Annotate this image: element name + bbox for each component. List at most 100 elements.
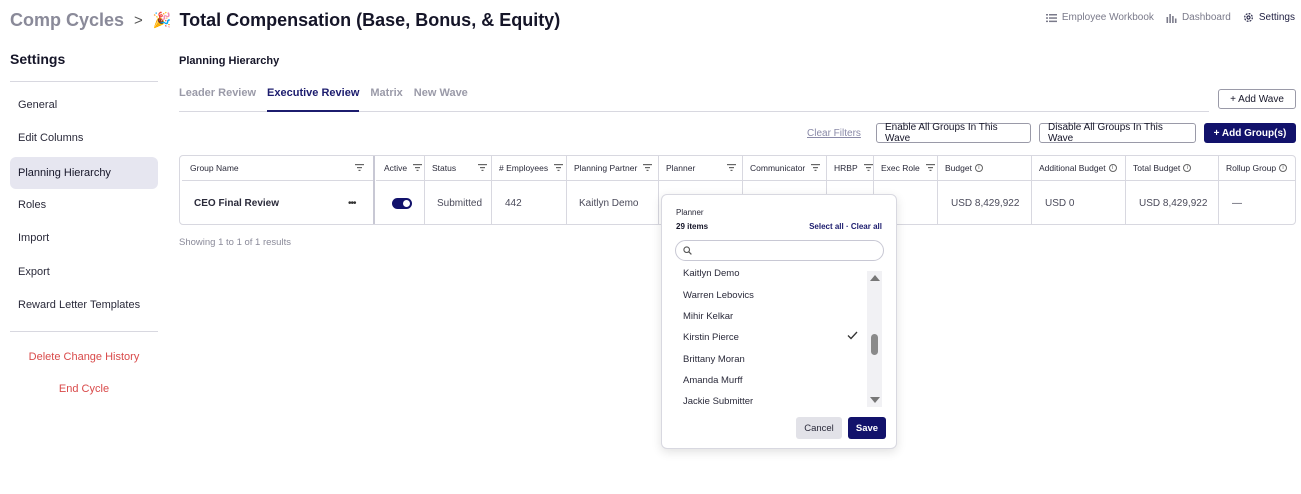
option-label: Amanda Murff <box>683 374 743 386</box>
tab-executive-review[interactable]: Executive Review <box>267 82 360 112</box>
column-header-budget[interactable]: Budget i <box>937 156 1031 181</box>
pagination-summary: Showing 1 to 1 of 1 results <box>179 237 291 248</box>
gear-icon <box>1243 12 1254 23</box>
column-header-employees[interactable]: # Employees <box>491 156 566 181</box>
column-header-communicator[interactable]: Communicator <box>742 156 828 181</box>
add-groups-button[interactable]: + Add Group(s) <box>1204 123 1296 143</box>
delete-change-history-button[interactable]: Delete Change History <box>10 351 158 363</box>
tab-leader-review[interactable]: Leader Review <box>179 82 256 112</box>
cell-employees: 442 <box>505 198 522 209</box>
cell-budget[interactable]: USD 8,429,922 <box>943 182 1029 224</box>
column-header-active[interactable]: Active <box>376 156 428 181</box>
filter-icon[interactable] <box>407 163 423 173</box>
active-toggle[interactable] <box>392 198 412 209</box>
column-header-group-name[interactable]: Group Name <box>182 156 374 181</box>
column-header-label: Additional Budget <box>1039 163 1106 173</box>
filter-icon[interactable] <box>349 163 364 173</box>
filter-icon[interactable] <box>920 163 935 173</box>
sidebar-item-edit-columns[interactable]: Edit Columns <box>10 122 158 154</box>
header-breadcrumb: Comp Cycles > 🎉 Total Compensation (Base… <box>10 8 560 32</box>
dropdown-option[interactable]: Mihir Kelkar <box>683 307 868 325</box>
nav-settings[interactable]: Settings <box>1243 12 1295 23</box>
column-divider <box>424 156 425 224</box>
sidebar-divider <box>10 331 158 332</box>
dropdown-search-input[interactable] <box>675 240 884 261</box>
dropdown-option-selected[interactable]: Kirstin Pierce <box>683 328 868 346</box>
column-divider <box>373 156 375 224</box>
cell-total-budget: USD 8,429,922 <box>1139 198 1208 209</box>
nav-settings-label: Settings <box>1258 12 1295 23</box>
info-icon[interactable]: i <box>1279 164 1288 172</box>
column-header-label: Planner <box>666 163 696 173</box>
column-header-label: Planning Partner <box>574 163 638 173</box>
dropdown-option[interactable]: Brittany Moran <box>683 350 868 368</box>
sidebar-item-roles[interactable]: Roles <box>10 189 158 221</box>
nav-employee-workbook-label: Employee Workbook <box>1061 12 1154 23</box>
scrollbar-thumb[interactable] <box>871 334 878 355</box>
column-header-label: Group Name <box>190 163 239 173</box>
option-label: Jackie Submitter <box>683 395 754 407</box>
dropdown-option[interactable]: Warren Lebovics <box>683 286 868 304</box>
column-header-rollup-group[interactable]: Rollup Group i <box>1218 156 1295 181</box>
checkmark-icon <box>847 331 858 343</box>
dropdown-option[interactable]: Jackie Submitter <box>683 392 868 410</box>
info-icon[interactable]: i <box>974 164 983 172</box>
party-emoji-icon: 🎉 <box>152 12 172 29</box>
column-header-hrbp[interactable]: HRBP <box>826 156 874 181</box>
disable-all-groups-button[interactable]: Disable All Groups In This Wave <box>1039 122 1196 144</box>
column-divider <box>1125 156 1126 224</box>
column-header-planning-partner[interactable]: Planning Partner <box>566 156 658 181</box>
column-header-total-budget[interactable]: Total Budget i <box>1125 156 1219 181</box>
dropdown-scrollbar[interactable] <box>867 271 882 407</box>
option-label: Kirstin Pierce <box>683 331 739 343</box>
filter-icon[interactable] <box>721 163 736 173</box>
cancel-button[interactable]: Cancel <box>796 417 842 439</box>
nav-dashboard[interactable]: Dashboard <box>1166 12 1231 23</box>
list-icon <box>1045 13 1057 23</box>
sidebar-title: Settings <box>10 51 66 67</box>
wave-tabs: Leader Review Executive Review Matrix Ne… <box>179 82 1209 112</box>
column-header-planner[interactable]: Planner <box>658 156 742 181</box>
sidebar-item-general[interactable]: General <box>10 89 158 121</box>
filter-icon[interactable] <box>548 163 564 173</box>
scroll-up-arrow-icon[interactable] <box>870 275 880 281</box>
tab-new-wave[interactable]: New Wave <box>414 82 468 112</box>
select-all-clear-all-links[interactable]: Select all · Clear all <box>809 222 882 231</box>
column-header-additional-budget[interactable]: Additional Budget i <box>1031 156 1125 181</box>
more-options-icon[interactable]: ••• <box>340 182 370 224</box>
info-icon[interactable]: i <box>1108 164 1117 172</box>
cell-planning-partner[interactable]: Kaitlyn Demo <box>571 182 657 224</box>
option-label: Mihir Kelkar <box>683 310 734 322</box>
filter-icon[interactable] <box>637 163 653 173</box>
dropdown-item-count: 29 items <box>676 222 709 231</box>
cell-group-name[interactable]: CEO Final Review <box>186 182 366 224</box>
sidebar-item-import[interactable]: Import <box>10 222 158 254</box>
column-header-label: Active <box>384 163 408 173</box>
end-cycle-button[interactable]: End Cycle <box>10 383 158 395</box>
info-icon[interactable]: i <box>1183 164 1192 172</box>
column-header-exec-role[interactable]: Exec Role <box>873 156 937 181</box>
nav-employee-workbook[interactable]: Employee Workbook <box>1045 12 1154 23</box>
filter-icon[interactable] <box>858 163 873 173</box>
clear-filters-link[interactable]: Clear Filters <box>807 128 861 139</box>
column-header-label: Status <box>432 163 457 173</box>
cell-additional-budget[interactable]: USD 0 <box>1037 182 1123 224</box>
save-button[interactable]: Save <box>848 417 886 439</box>
filter-icon[interactable] <box>472 163 487 173</box>
column-header-status[interactable]: Status <box>424 156 491 181</box>
page-title: Total Compensation (Base, Bonus, & Equit… <box>179 9 561 30</box>
add-wave-button[interactable]: + Add Wave <box>1218 89 1296 109</box>
tab-matrix[interactable]: Matrix <box>370 82 402 112</box>
sidebar-item-planning-hierarchy[interactable]: Planning Hierarchy <box>10 157 158 189</box>
breadcrumb-comp-cycles[interactable]: Comp Cycles <box>10 10 124 31</box>
sidebar-item-export[interactable]: Export <box>10 256 158 288</box>
sidebar-item-reward-letter-templates[interactable]: Reward Letter Templates <box>10 289 158 321</box>
bar-chart-icon <box>1166 13 1177 23</box>
cell-rollup-group[interactable]: — <box>1224 182 1294 224</box>
dropdown-option[interactable]: Kaitlyn Demo <box>683 264 868 282</box>
cell-status: Submitted <box>437 198 483 209</box>
scroll-down-arrow-icon[interactable] <box>870 397 880 403</box>
enable-all-groups-button[interactable]: Enable All Groups In This Wave <box>876 122 1031 144</box>
dropdown-option[interactable]: Amanda Murff <box>683 371 868 389</box>
filter-icon[interactable] <box>805 163 821 173</box>
